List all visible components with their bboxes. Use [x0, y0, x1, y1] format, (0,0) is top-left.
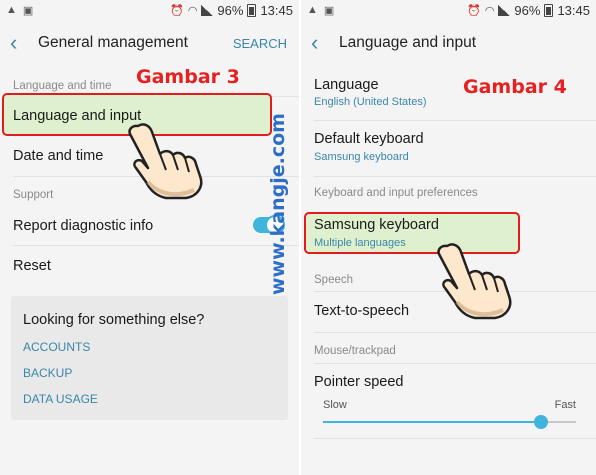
menu-item-report-diagnostic[interactable]: Report diagnostic info	[13, 218, 153, 234]
status-bar: ▲ ▣ ⏰ ◠ 96% 13:45	[0, 0, 299, 20]
notification-icon: ▲	[307, 4, 318, 16]
menu-item-language-and-input[interactable]: Language and input	[13, 108, 141, 124]
clock: 13:45	[557, 2, 590, 18]
slider-label-fast: Fast	[554, 399, 576, 411]
divider	[314, 438, 596, 439]
menu-item-default-keyboard[interactable]: Default keyboard	[314, 131, 424, 147]
link-backup[interactable]: BACKUP	[23, 366, 72, 380]
menu-item-date-and-time[interactable]: Date and time	[13, 148, 103, 164]
slider-fill	[323, 421, 541, 423]
gallery-icon: ▣	[22, 4, 34, 17]
signal-icon	[498, 4, 511, 16]
menu-item-samsung-keyboard[interactable]: Samsung keyboard	[314, 217, 439, 233]
section-header-language: Language and time	[13, 80, 112, 92]
page-title: General management	[38, 34, 188, 51]
section-header-keyboard: Keyboard and input preferences	[314, 187, 478, 199]
search-button[interactable]: SEARCH	[233, 36, 287, 51]
link-data-usage[interactable]: DATA USAGE	[23, 392, 98, 406]
annotation-gambar-3: Gambar 3	[136, 66, 240, 88]
wifi-icon: ◠	[187, 4, 198, 17]
notification-icon: ▲	[6, 4, 17, 16]
language-value: English (United States)	[314, 96, 427, 108]
help-card-title: Looking for something else?	[23, 312, 205, 328]
link-accounts[interactable]: ACCOUNTS	[23, 340, 90, 354]
pointing-hand-icon	[128, 123, 203, 200]
signal-icon	[201, 4, 214, 16]
clock: 13:45	[260, 2, 293, 18]
back-arrow-icon[interactable]: ‹	[311, 32, 331, 54]
status-bar: ▲ ▣ ⏰ ◠ 96% 13:45	[301, 0, 596, 20]
slider-label-slow: Slow	[323, 399, 347, 411]
section-header-support: Support	[13, 189, 54, 201]
alarm-icon: ⏰	[467, 4, 481, 17]
pointer-speed-control: Slow Fast	[301, 300, 596, 440]
pointing-hand-icon	[437, 243, 512, 320]
app-bar: ‹ Language and input	[301, 20, 596, 66]
app-bar: ‹ General management SEARCH	[0, 20, 299, 66]
wifi-icon: ◠	[484, 4, 495, 17]
pointer-speed-slider[interactable]	[323, 415, 576, 429]
left-screen: ▲ ▣ ⏰ ◠ 96% 13:45 ‹ General management S…	[0, 0, 299, 475]
page-title: Language and input	[339, 34, 477, 51]
help-card: Looking for something else? ACCOUNTS BAC…	[11, 296, 288, 420]
annotation-gambar-4: Gambar 4	[463, 76, 567, 98]
battery-icon	[544, 3, 554, 17]
divider	[13, 245, 299, 246]
alarm-icon: ⏰	[170, 4, 184, 17]
divider	[314, 176, 596, 177]
battery-percent: 96%	[217, 2, 244, 18]
slider-thumb[interactable]	[533, 415, 548, 429]
right-screen: ▲ ▣ ⏰ ◠ 96% 13:45 ‹ Language and input L…	[301, 0, 596, 475]
battery-percent: 96%	[514, 2, 541, 18]
samsung-keyboard-value: Multiple languages	[314, 237, 406, 249]
default-keyboard-value: Samsung keyboard	[314, 151, 409, 163]
menu-item-reset[interactable]: Reset	[13, 258, 51, 274]
battery-icon	[247, 3, 257, 17]
back-arrow-icon[interactable]: ‹	[10, 32, 30, 54]
menu-item-language[interactable]: Language	[314, 77, 379, 93]
divider	[314, 120, 596, 121]
section-header-speech: Speech	[314, 274, 354, 286]
watermark-text: www.kangje.com	[267, 113, 289, 295]
gallery-icon: ▣	[323, 4, 335, 17]
